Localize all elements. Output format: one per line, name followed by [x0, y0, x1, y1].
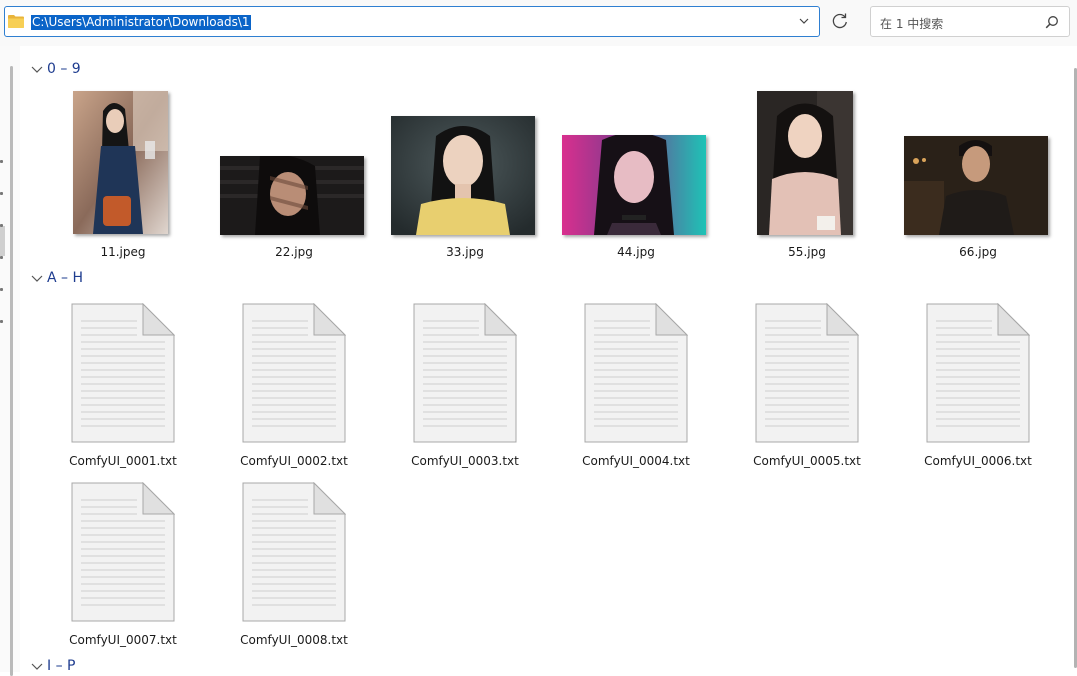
file-item-text[interactable]: ComfyUI_0008.txt	[219, 482, 369, 652]
file-item-text[interactable]: ComfyUI_0003.txt	[390, 303, 540, 473]
text-file-icon	[71, 303, 175, 443]
image-thumbnail	[391, 116, 535, 235]
file-name[interactable]: ComfyUI_0002.txt	[219, 454, 369, 468]
file-item-image[interactable]: 66.jpg	[903, 88, 1053, 263]
file-name[interactable]: ComfyUI_0004.txt	[561, 454, 711, 468]
chevron-down-icon[interactable]	[31, 64, 43, 74]
image-thumbnail	[757, 91, 853, 235]
file-name[interactable]: 55.jpg	[732, 245, 882, 259]
nav-scrollbar[interactable]	[10, 66, 13, 676]
image-thumbnail	[562, 135, 706, 235]
nav-item-dot[interactable]	[0, 256, 3, 259]
search-placeholder[interactable]: 在 1 中搜索	[880, 15, 943, 32]
address-path[interactable]: C:\Users\Administrator\Downloads\1	[31, 15, 251, 30]
address-bar[interactable]: C:\Users\Administrator\Downloads\1	[4, 6, 820, 37]
folder-icon	[8, 15, 24, 28]
file-item-text[interactable]: ComfyUI_0004.txt	[561, 303, 711, 473]
text-file-icon	[242, 482, 346, 622]
nav-item-dot[interactable]	[0, 288, 3, 291]
nav-item-dot[interactable]	[0, 224, 3, 227]
text-file-icon	[584, 303, 688, 443]
file-name[interactable]: ComfyUI_0008.txt	[219, 633, 369, 647]
nav-item-dot[interactable]	[0, 160, 3, 163]
navigation-pane[interactable]	[0, 46, 20, 676]
file-item-image[interactable]: 55.jpg	[732, 88, 882, 263]
file-item-image[interactable]: 11.jpeg	[48, 88, 198, 263]
content-scrollbar[interactable]	[1063, 46, 1077, 672]
toolbar: C:\Users\Administrator\Downloads\1 在 1 中…	[0, 0, 1077, 46]
file-name[interactable]: 44.jpg	[561, 245, 711, 259]
text-file-icon	[413, 303, 517, 443]
group-label: A – H	[47, 270, 84, 286]
file-item-image[interactable]: 44.jpg	[561, 88, 711, 263]
chevron-down-icon[interactable]	[31, 661, 43, 671]
file-item-text[interactable]: ComfyUI_0005.txt	[732, 303, 882, 473]
nav-selected-indicator	[0, 226, 5, 256]
nav-item-dot[interactable]	[0, 320, 3, 323]
image-thumbnail	[220, 156, 364, 235]
text-file-icon	[242, 303, 346, 443]
file-item-text[interactable]: ComfyUI_0001.txt	[48, 303, 198, 473]
file-name[interactable]: 22.jpg	[219, 245, 369, 259]
text-file-icon	[71, 482, 175, 622]
file-item-image[interactable]: 22.jpg	[219, 88, 369, 263]
search-icon[interactable]	[1045, 15, 1059, 29]
file-item-image[interactable]: 33.jpg	[390, 88, 540, 263]
file-name[interactable]: ComfyUI_0001.txt	[48, 454, 198, 468]
file-name[interactable]: 66.jpg	[903, 245, 1053, 259]
group-label: 0 – 9	[47, 61, 81, 77]
image-thumbnail	[73, 91, 168, 234]
file-name[interactable]: ComfyUI_0007.txt	[48, 633, 198, 647]
image-thumbnail	[904, 136, 1048, 235]
file-item-text[interactable]: ComfyUI_0007.txt	[48, 482, 198, 652]
file-name[interactable]: 33.jpg	[390, 245, 540, 259]
nav-item-dot[interactable]	[0, 192, 3, 195]
text-file-icon	[755, 303, 859, 443]
file-name[interactable]: ComfyUI_0003.txt	[390, 454, 540, 468]
chevron-down-icon[interactable]	[799, 17, 809, 25]
search-box[interactable]: 在 1 中搜索	[870, 6, 1070, 37]
file-name[interactable]: ComfyUI_0006.txt	[903, 454, 1053, 468]
refresh-icon[interactable]	[828, 9, 852, 33]
file-item-text[interactable]: ComfyUI_0002.txt	[219, 303, 369, 473]
file-name[interactable]: 11.jpeg	[48, 245, 198, 259]
file-name[interactable]: ComfyUI_0005.txt	[732, 454, 882, 468]
file-item-text[interactable]: ComfyUI_0006.txt	[903, 303, 1053, 473]
chevron-down-icon[interactable]	[31, 273, 43, 283]
text-file-icon	[926, 303, 1030, 443]
